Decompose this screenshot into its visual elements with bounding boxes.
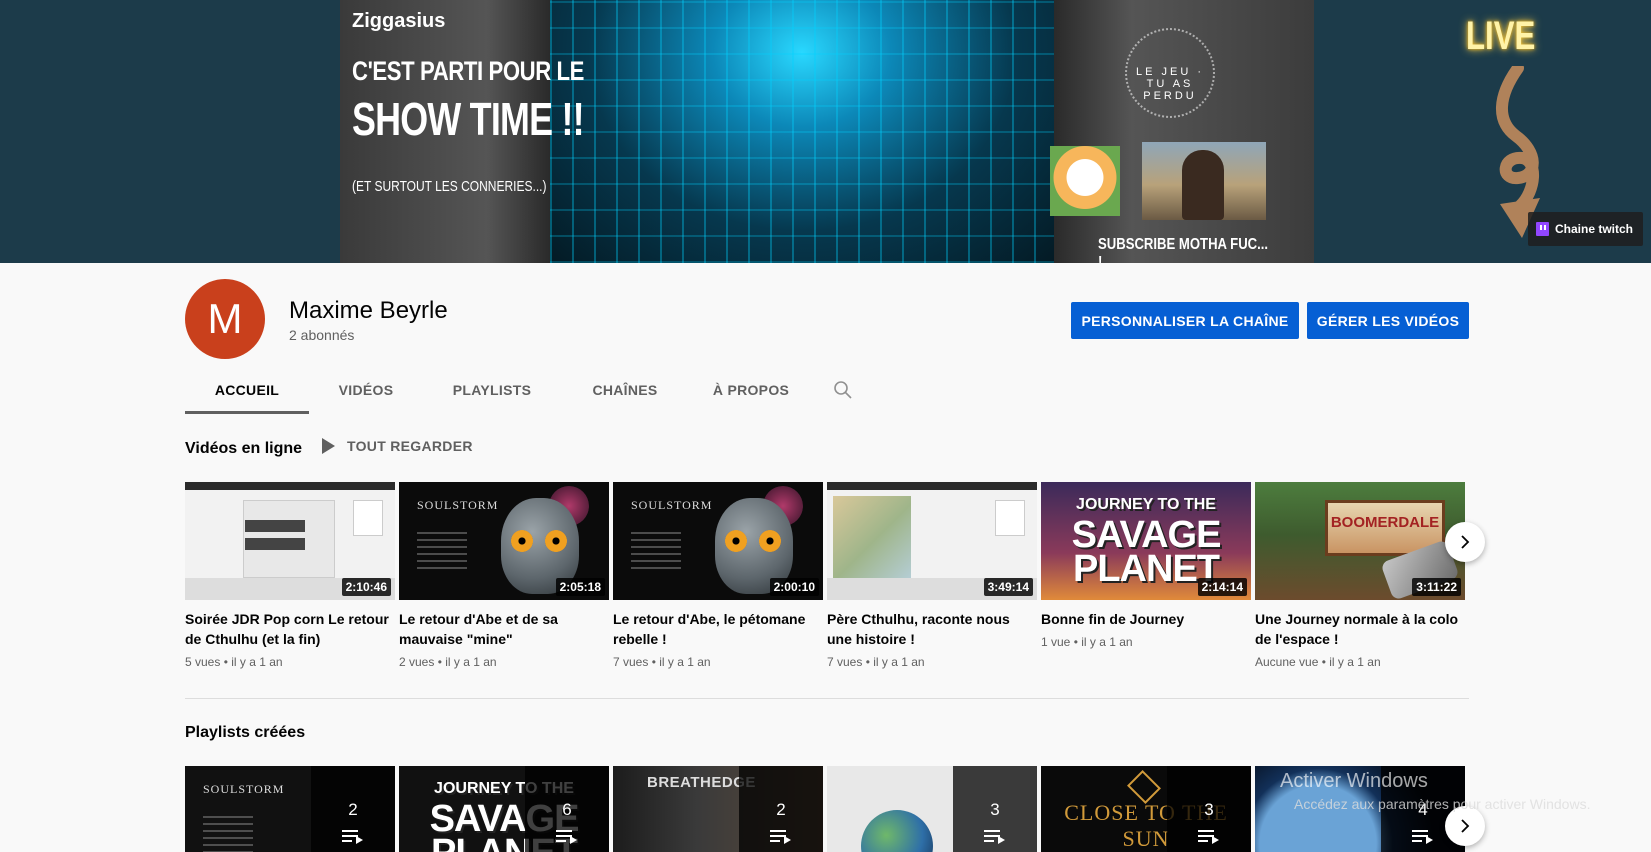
playlist-icon xyxy=(984,830,1006,844)
video-thumbnail[interactable]: 3:49:14 xyxy=(827,482,1037,600)
playlist-thumbnail[interactable]: 3 xyxy=(827,766,1037,852)
playlist-count: 2 xyxy=(348,800,358,819)
channel-header: M Maxime Beyrle 2 abonnés PERSONNALISER … xyxy=(0,263,1651,414)
video-title[interactable]: Bonne fin de Journey xyxy=(1041,609,1251,629)
video-thumbnail[interactable]: JOURNEY TO THE SAVAGE PLANET 2:14:14 xyxy=(1041,482,1251,600)
play-all-button[interactable]: TOUT REGARDER xyxy=(322,438,473,454)
playlist-card[interactable]: JOURNEY TO THE SAVAGE PLANET 6 xyxy=(399,766,609,852)
windows-activation-text: Accédez aux paramètres pour activer Wind… xyxy=(1294,796,1591,812)
video-card[interactable]: BOOMERDALE 3:11:22 Une Journey normale à… xyxy=(1255,482,1465,669)
channel-banner: Ziggasius C'EST PARTI POUR LE SHOW TIME … xyxy=(0,0,1651,263)
banner-hamster-image xyxy=(1050,146,1120,216)
video-card[interactable]: 3:49:14 Père Cthulhu, raconte nous une h… xyxy=(827,482,1037,669)
banner-tunnel xyxy=(550,0,1054,263)
playlist-count: 2 xyxy=(776,800,786,819)
banner-brand: Ziggasius xyxy=(352,10,446,32)
video-duration: 3:49:14 xyxy=(983,578,1033,596)
tab-playlists[interactable]: PLAYLISTS xyxy=(423,365,561,414)
chevron-right-icon xyxy=(1461,535,1470,549)
playlist-thumbnail[interactable]: BREATHEDGE 2 xyxy=(613,766,823,852)
video-meta: 2 vues • il y a 1 an xyxy=(399,655,497,669)
banner-headline-2: SHOW TIME !! xyxy=(352,93,585,145)
channel-tabs: ACCUEIL VIDÉOS PLAYLISTS CHAÎNES À PROPO… xyxy=(185,365,873,414)
banner-artwork: Ziggasius C'EST PARTI POUR LE SHOW TIME … xyxy=(340,0,1314,263)
playlists-section-title[interactable]: Playlists créées xyxy=(185,724,305,742)
avatar[interactable]: M xyxy=(185,279,265,359)
playlist-icon xyxy=(770,830,792,844)
twitch-link[interactable]: Chaine twitch xyxy=(1528,212,1644,246)
video-thumbnail[interactable]: 2:10:46 xyxy=(185,482,395,600)
banner-headline-3: (ET SURTOUT LES CONNERIES...) xyxy=(352,178,547,195)
playlist-card[interactable]: BREATHEDGE 2 xyxy=(613,766,823,852)
tab-channels[interactable]: CHAÎNES xyxy=(561,365,689,414)
video-card[interactable]: SOULSTORM 2:00:10 Le retour d'Abe, le pé… xyxy=(613,482,823,669)
video-duration: 3:11:22 xyxy=(1412,578,1461,596)
customize-channel-button[interactable]: PERSONNALISER LA CHAÎNE xyxy=(1071,302,1299,339)
tab-home[interactable]: ACCUEIL xyxy=(185,365,309,414)
chevron-right-icon xyxy=(1461,819,1470,833)
video-title[interactable]: Le retour d'Abe et de sa mauvaise "mine" xyxy=(399,609,609,649)
video-meta: 5 vues • il y a 1 an xyxy=(185,655,283,669)
playlist-icon xyxy=(342,830,364,844)
tab-about[interactable]: À PROPOS xyxy=(689,365,813,414)
playlist-count: 3 xyxy=(1204,800,1214,819)
playlist-icon xyxy=(1412,830,1434,844)
video-card[interactable]: JOURNEY TO THE SAVAGE PLANET 2:14:14 Bon… xyxy=(1041,482,1251,649)
subscriber-count: 2 abonnés xyxy=(289,327,355,343)
video-duration: 2:05:18 xyxy=(555,578,605,596)
playlist-card[interactable]: SOULSTORM 2 xyxy=(185,766,395,852)
banner-circle-text: LE JEU · TU AS PERDU xyxy=(1125,28,1215,118)
playlist-overlay: 2 xyxy=(739,766,823,852)
banner-person xyxy=(1182,150,1224,220)
play-icon xyxy=(322,438,335,454)
video-meta: Aucune vue • il y a 1 an xyxy=(1255,655,1381,669)
twitch-icon xyxy=(1536,222,1549,236)
playlist-thumbnail[interactable]: SOULSTORM 2 xyxy=(185,766,395,852)
video-title[interactable]: Une Journey normale à la colo de l'espac… xyxy=(1255,609,1465,649)
channel-search-button[interactable] xyxy=(813,365,873,414)
banner-headline-1: C'EST PARTI POUR LE xyxy=(352,56,585,86)
playlist-icon xyxy=(556,830,578,844)
tab-videos[interactable]: VIDÉOS xyxy=(309,365,423,414)
playlist-thumbnail[interactable]: CLOSE TO THE SUN 3 xyxy=(1041,766,1251,852)
play-all-label: TOUT REGARDER xyxy=(347,438,473,454)
search-icon xyxy=(834,380,852,399)
playlist-count: 3 xyxy=(990,800,1000,819)
video-meta: 7 vues • il y a 1 an xyxy=(613,655,711,669)
playlist-thumbnail[interactable]: JOURNEY TO THE SAVAGE PLANET 6 xyxy=(399,766,609,852)
video-thumbnail[interactable]: SOULSTORM 2:00:10 xyxy=(613,482,823,600)
video-card[interactable]: 2:10:46 Soirée JDR Pop corn Le retour de… xyxy=(185,482,395,669)
playlist-overlay: 2 xyxy=(311,766,395,852)
channel-name: Maxime Beyrle xyxy=(289,297,448,324)
twitch-link-label: Chaine twitch xyxy=(1555,222,1634,236)
playlist-overlay: 6 xyxy=(525,766,609,852)
video-title[interactable]: Père Cthulhu, raconte nous une histoire … xyxy=(827,609,1037,649)
video-thumbnail[interactable]: BOOMERDALE 3:11:22 xyxy=(1255,482,1465,600)
video-thumbnail[interactable]: SOULSTORM 2:05:18 xyxy=(399,482,609,600)
video-duration: 2:10:46 xyxy=(341,578,391,596)
video-meta: 1 vue • il y a 1 an xyxy=(1041,635,1133,649)
playlist-count: 6 xyxy=(562,800,572,819)
section-divider xyxy=(185,698,1469,699)
video-title[interactable]: Le retour d'Abe, le pétomane rebelle ! xyxy=(613,609,823,649)
live-text: LIVE xyxy=(1466,14,1536,58)
playlist-overlay: 3 xyxy=(953,766,1037,852)
playlist-card[interactable]: CLOSE TO THE SUN 3 xyxy=(1041,766,1251,852)
uploads-next-button[interactable] xyxy=(1445,522,1485,562)
playlists-next-button[interactable] xyxy=(1445,806,1485,846)
video-title[interactable]: Soirée JDR Pop corn Le retour de Cthulhu… xyxy=(185,609,395,649)
playlist-overlay: 3 xyxy=(1167,766,1251,852)
windows-activation-title: Activer Windows xyxy=(1280,770,1428,792)
video-meta: 7 vues • il y a 1 an xyxy=(827,655,925,669)
video-card[interactable]: SOULSTORM 2:05:18 Le retour d'Abe et de … xyxy=(399,482,609,669)
uploads-section-title[interactable]: Vidéos en ligne xyxy=(185,440,302,458)
banner-subscribe-text: SUBSCRIBE MOTHA FUC... ! xyxy=(1098,236,1269,263)
video-duration: 2:14:14 xyxy=(1197,578,1247,596)
video-duration: 2:00:10 xyxy=(769,578,819,596)
playlist-icon xyxy=(1198,830,1220,844)
manage-videos-button[interactable]: GÉRER LES VIDÉOS xyxy=(1307,302,1469,339)
playlist-card[interactable]: 3 xyxy=(827,766,1037,852)
